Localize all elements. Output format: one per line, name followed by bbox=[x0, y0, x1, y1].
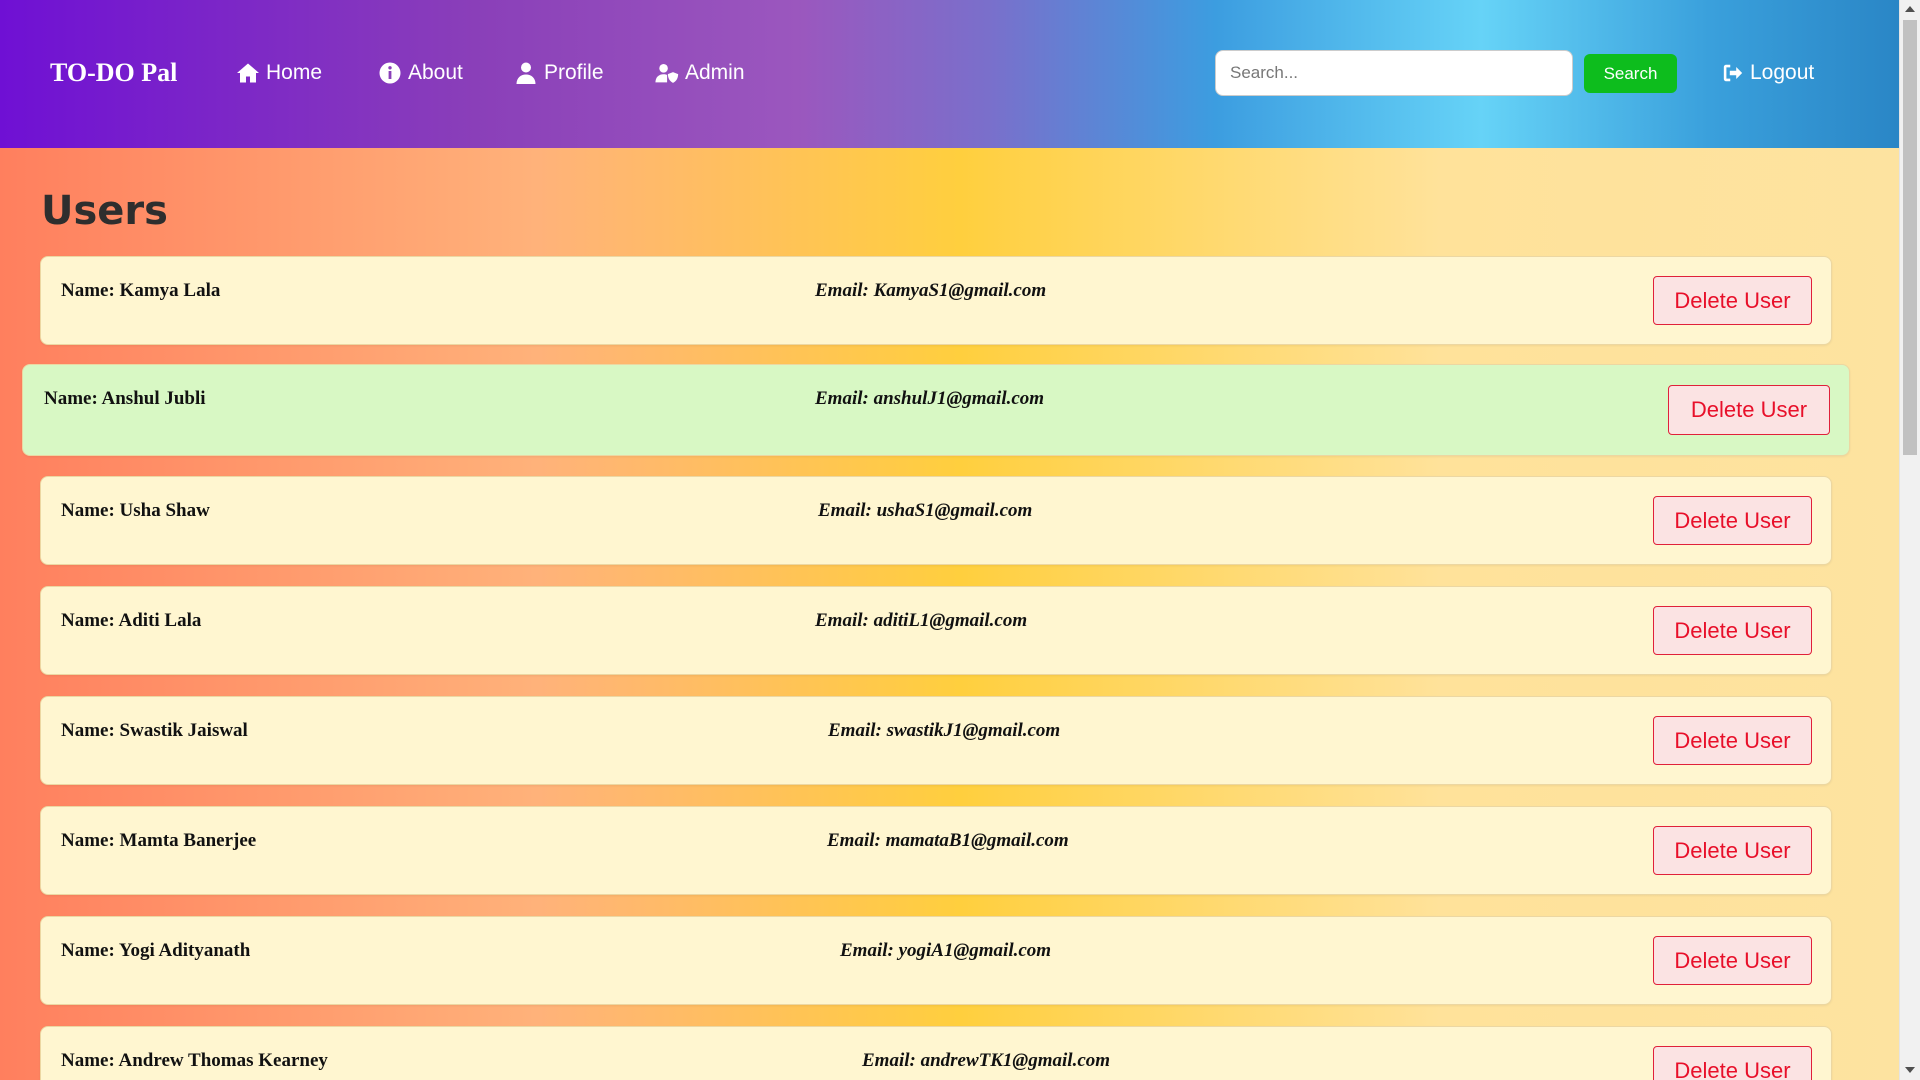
user-icon bbox=[514, 61, 538, 85]
user-card: Name: Mamta Banerjee Email: mamataB1@gma… bbox=[40, 806, 1832, 895]
delete-user-button[interactable]: Delete User bbox=[1653, 1046, 1812, 1080]
nav-home-label: Home bbox=[266, 61, 323, 84]
user-name: Name: Mamta Banerjee bbox=[61, 830, 257, 851]
delete-user-button[interactable]: Delete User bbox=[1653, 276, 1812, 325]
user-email: Email: aditiL1@gmail.com bbox=[815, 610, 1028, 631]
home-icon bbox=[236, 61, 260, 85]
user-card: Name: Kamya Lala Email: KamyaS1@gmail.co… bbox=[40, 256, 1832, 345]
nav-admin[interactable]: Admin bbox=[655, 58, 745, 88]
user-email: Email: anshulJ1@gmail.com bbox=[815, 388, 1045, 409]
search-input[interactable] bbox=[1215, 50, 1573, 96]
user-card-highlighted: Name: Anshul Jubli Email: anshulJ1@gmail… bbox=[22, 364, 1850, 456]
user-card: Name: Yogi Adityanath Email: yogiA1@gmai… bbox=[40, 916, 1832, 1005]
scroll-up-arrow-icon[interactable] bbox=[1905, 6, 1915, 12]
user-card: Name: Usha Shaw Email: ushaS1@gmail.com … bbox=[40, 476, 1832, 565]
delete-user-button[interactable]: Delete User bbox=[1653, 496, 1812, 545]
user-email: Email: swastikJ1@gmail.com bbox=[828, 720, 1061, 741]
nav-about-label: About bbox=[408, 61, 463, 84]
brand-logo[interactable]: TO-DO Pal bbox=[50, 56, 177, 90]
navbar: TO-DO Pal Home About Profile Admin Searc… bbox=[0, 0, 1899, 148]
user-email: Email: ushaS1@gmail.com bbox=[818, 500, 1033, 521]
sign-out-icon bbox=[1722, 62, 1744, 84]
user-card: Name: Aditi Lala Email: aditiL1@gmail.co… bbox=[40, 586, 1832, 675]
user-name: Name: Anshul Jubli bbox=[44, 388, 206, 409]
nav-admin-label: Admin bbox=[685, 61, 745, 84]
user-name: Name: Yogi Adityanath bbox=[61, 940, 251, 961]
delete-user-button[interactable]: Delete User bbox=[1653, 716, 1812, 765]
page-title: Users bbox=[41, 188, 168, 234]
user-name: Name: Andrew Thomas Kearney bbox=[61, 1050, 328, 1071]
info-icon bbox=[378, 61, 402, 85]
nav-profile[interactable]: Profile bbox=[514, 58, 604, 88]
user-email: Email: yogiA1@gmail.com bbox=[840, 940, 1052, 961]
user-email: Email: mamataB1@gmail.com bbox=[827, 830, 1069, 851]
delete-user-button[interactable]: Delete User bbox=[1653, 936, 1812, 985]
user-name: Name: Usha Shaw bbox=[61, 500, 210, 521]
user-card: Name: Andrew Thomas Kearney Email: andre… bbox=[40, 1026, 1832, 1080]
nav-home[interactable]: Home bbox=[236, 58, 322, 88]
scroll-down-arrow-icon[interactable] bbox=[1905, 1067, 1915, 1073]
user-email: Email: KamyaS1@gmail.com bbox=[815, 280, 1047, 301]
page: TO-DO Pal Home About Profile Admin Searc… bbox=[0, 0, 1899, 1080]
nav-about[interactable]: About bbox=[378, 58, 463, 88]
delete-user-button[interactable]: Delete User bbox=[1668, 385, 1830, 435]
nav-profile-label: Profile bbox=[544, 61, 604, 84]
logout-label: Logout bbox=[1750, 61, 1815, 84]
scrollbar-thumb[interactable] bbox=[1903, 20, 1917, 455]
vertical-scrollbar[interactable] bbox=[1899, 0, 1920, 1080]
logout-button[interactable]: Logout bbox=[1722, 58, 1814, 88]
user-name: Name: Swastik Jaiswal bbox=[61, 720, 248, 741]
user-shield-icon bbox=[655, 61, 679, 85]
user-name: Name: Aditi Lala bbox=[61, 610, 202, 631]
user-email: Email: andrewTK1@gmail.com bbox=[862, 1050, 1111, 1071]
delete-user-button[interactable]: Delete User bbox=[1653, 826, 1812, 875]
user-card: Name: Swastik Jaiswal Email: swastikJ1@g… bbox=[40, 696, 1832, 785]
user-name: Name: Kamya Lala bbox=[61, 280, 221, 301]
delete-user-button[interactable]: Delete User bbox=[1653, 606, 1812, 655]
search-button[interactable]: Search bbox=[1584, 54, 1677, 93]
